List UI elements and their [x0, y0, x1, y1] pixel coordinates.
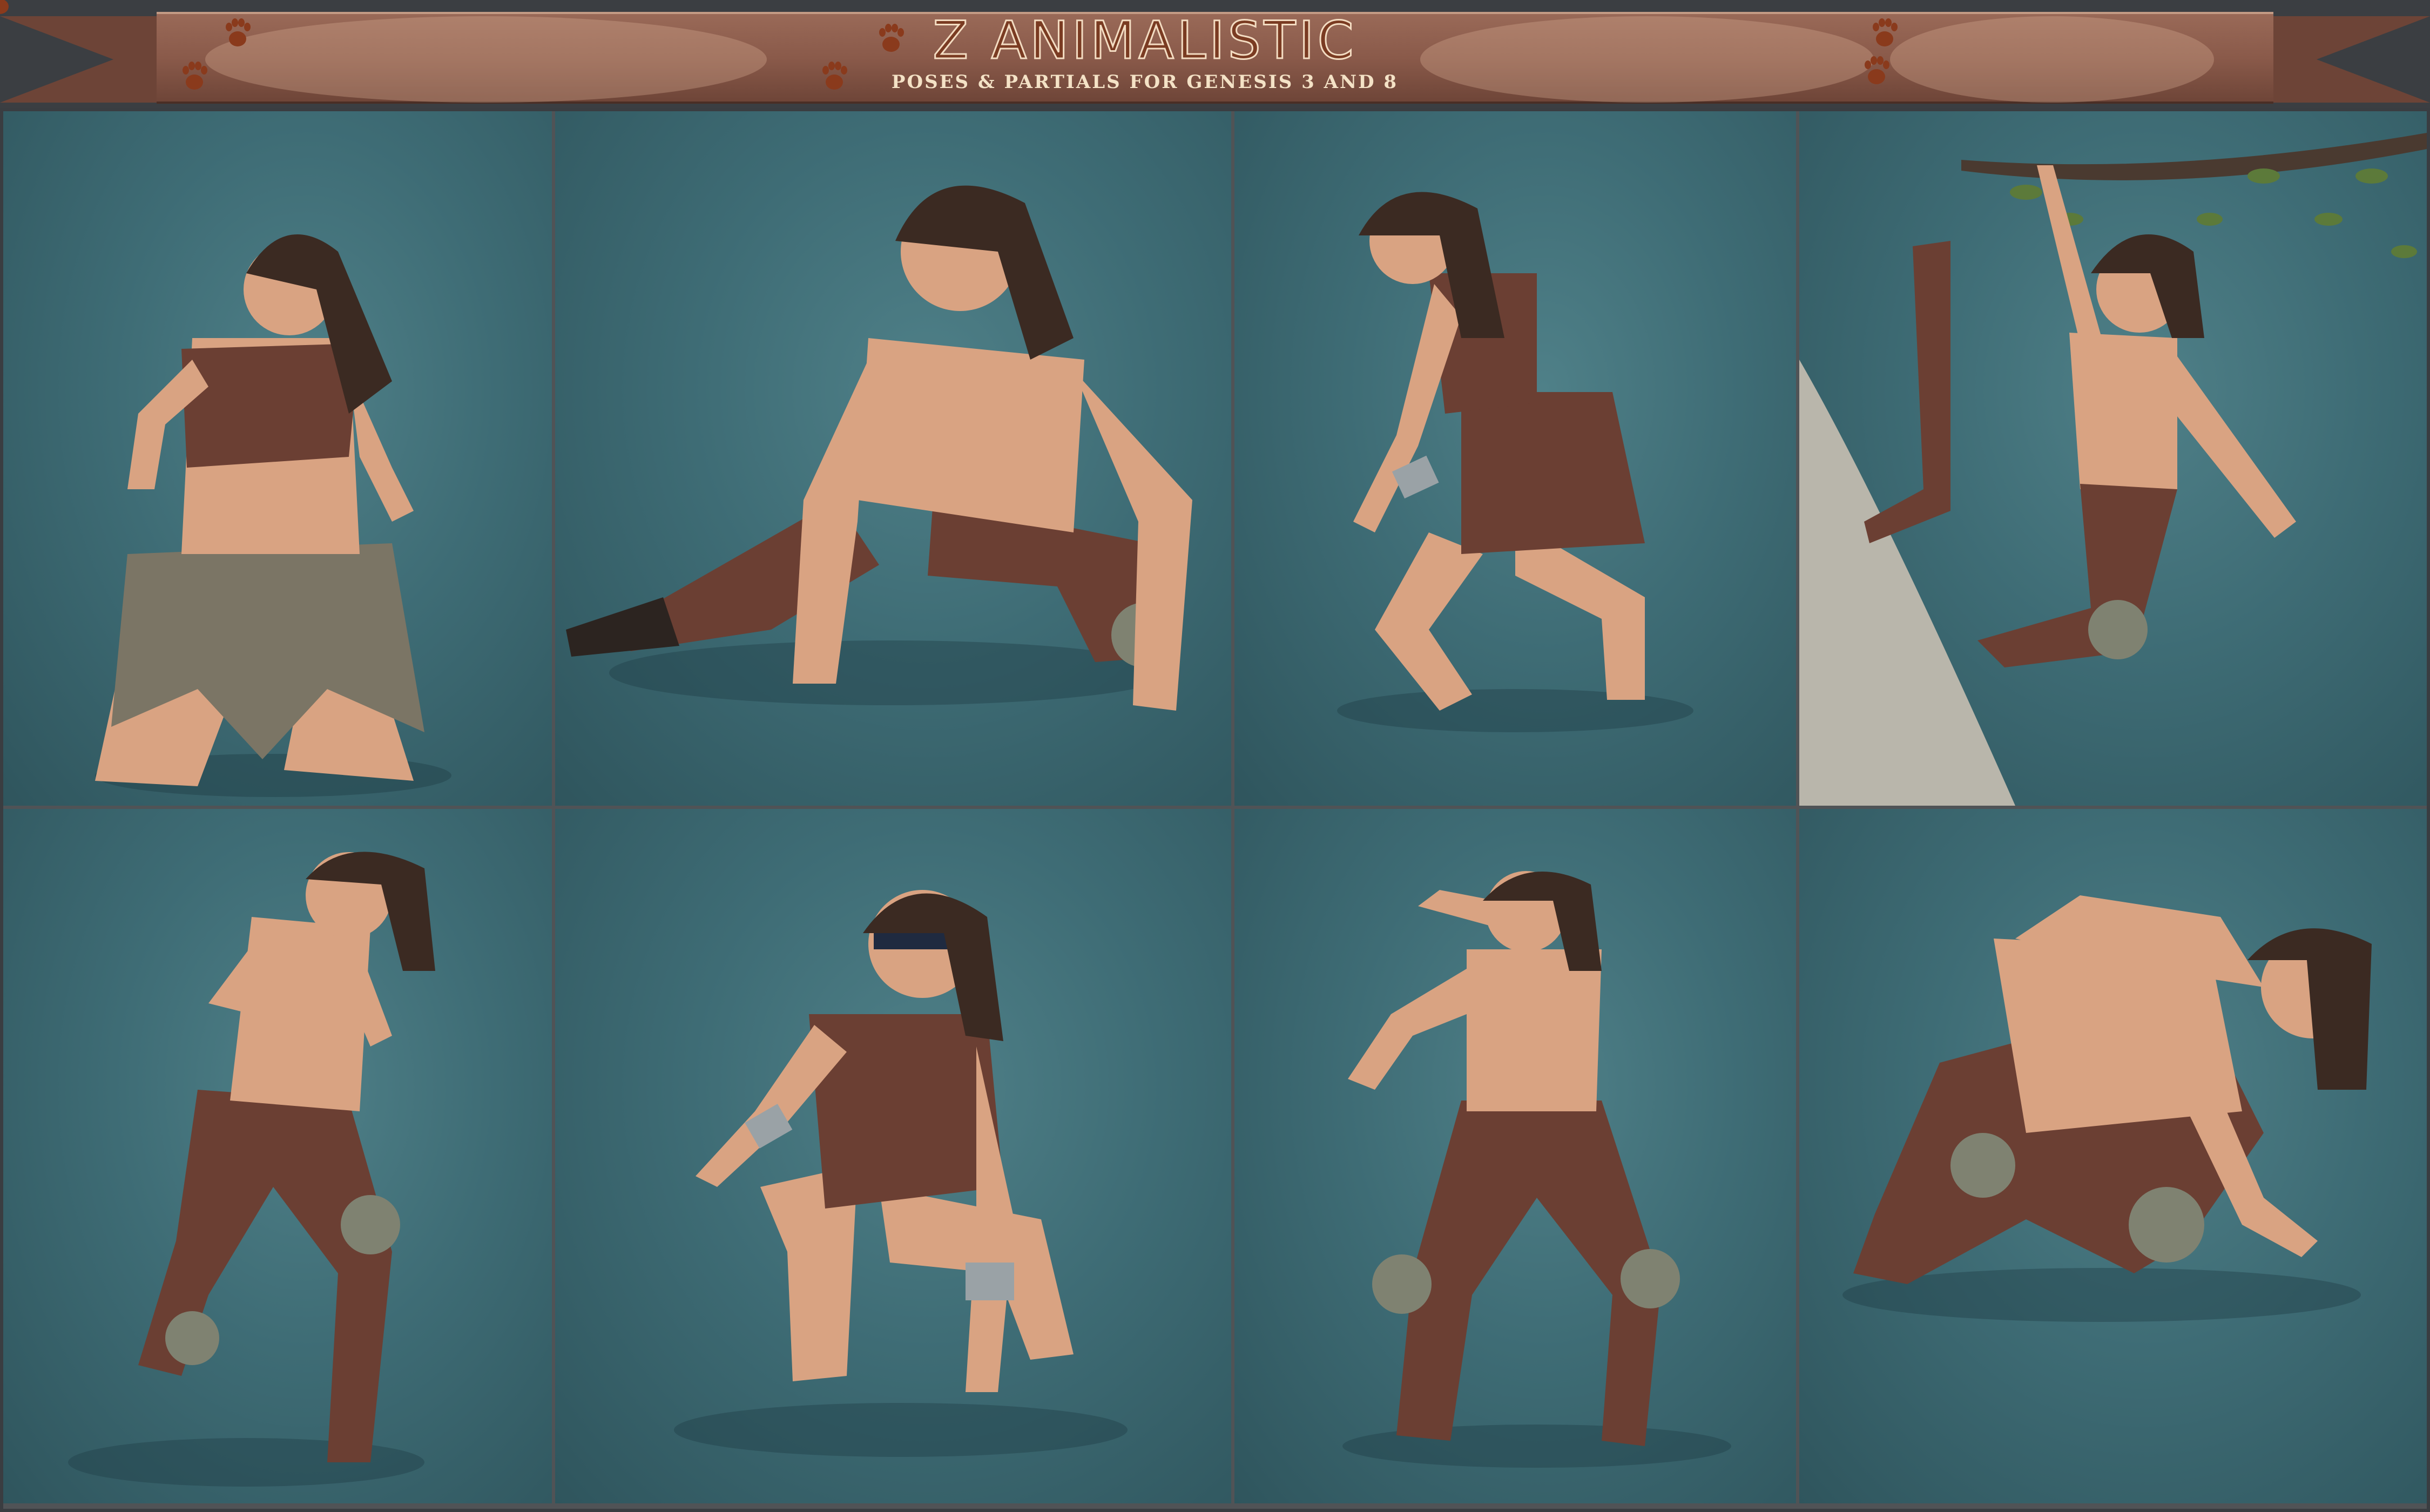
figure-male-guard — [1342, 871, 1731, 1468]
figure-female-crouch — [1337, 192, 1693, 732]
tree-trunk — [1799, 360, 2015, 806]
paw-print-icon — [0, 0, 9, 14]
pose-female-crouch-claw — [555, 809, 1231, 1503]
paw-print-icon — [183, 62, 207, 90]
pose-female-kneeling-howl — [3, 111, 552, 806]
figure-female-claw — [674, 890, 1128, 1457]
pose-male-low-crouch — [1799, 809, 2427, 1503]
pose-male-wide-stance-guard — [1234, 809, 1796, 1503]
paw-print-icon — [1873, 18, 1898, 46]
pose-preview-grid — [3, 111, 2427, 1509]
figure-female-kneeling — [95, 234, 451, 797]
pose-male-lunge-crawl — [555, 111, 1231, 806]
pose-male-hanging-branch — [1799, 111, 2427, 806]
pose-male-fighting-stance — [3, 809, 552, 1503]
figure-male-lunge — [566, 185, 1192, 711]
paw-print-icon — [226, 18, 251, 46]
paw-print-icon — [1865, 56, 1889, 84]
banner-title-block: Z ANIMALISTIC POSES & PARTIALS FOR GENES… — [842, 10, 1447, 97]
pose-female-crouch-stalk — [1234, 111, 1796, 806]
figure-male-stance — [68, 852, 435, 1487]
product-subtitle: POSES & PARTIALS FOR GENESIS 3 AND 8 — [891, 71, 1399, 93]
figure-male-crouch — [1842, 895, 2372, 1322]
figure-male-hanging — [1799, 133, 2427, 806]
header-banner: Z ANIMALISTIC POSES & PARTIALS FOR GENES… — [0, 0, 2430, 108]
product-title: Z ANIMALISTIC — [932, 10, 1357, 71]
